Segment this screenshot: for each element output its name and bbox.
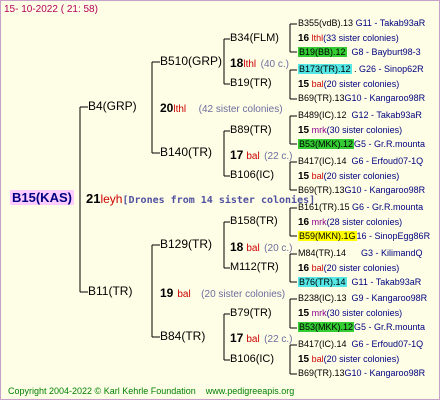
gen2-queen-3[interactable]: B84(TR) bbox=[160, 330, 205, 343]
gen4-queen-0[interactable]: B355(vdB).13 G11 - Takab93aR bbox=[298, 17, 425, 30]
gen3-queen-7[interactable]: B106(IC) bbox=[230, 353, 274, 366]
gen3-queen-6[interactable]: B79(TR) bbox=[230, 307, 272, 320]
gen3-queen-4[interactable]: B158(TR) bbox=[230, 215, 278, 228]
gen4-mating-1: 15 bal(20 sister colonies) bbox=[298, 79, 400, 90]
root-mating: 21leyh[Drones from 14 sister colonies] bbox=[86, 192, 315, 207]
gen4-queen-8[interactable]: B161(TR).15 G6 - Gr.R.mounta bbox=[298, 201, 423, 214]
gen3-queen-0[interactable]: B34(FLM) bbox=[230, 32, 279, 45]
gen4-queen-10[interactable]: M84(TR).14 G3 - KilimandQ bbox=[298, 247, 423, 260]
gen4-mating-0: 16 lthl(33 sister colonies) bbox=[298, 33, 399, 44]
gen1-mating-1: 19 bal (20 sister colonies) bbox=[160, 286, 286, 301]
footer: Copyright 2004-2022 © Karl Kehrle Founda… bbox=[8, 386, 294, 396]
gen2-mating-3: 17 bal (22 c.) bbox=[230, 331, 293, 346]
gen4-queen-1[interactable]: B19(BB).12 G8 - Bayburt98-3 bbox=[298, 46, 421, 59]
root-queen-name: B15(KAS) bbox=[10, 190, 74, 205]
gen2-mating-1: 17 bal (22 c.) bbox=[230, 148, 293, 163]
gen3-queen-1[interactable]: B19(TR) bbox=[230, 77, 272, 90]
gen3-queen-5[interactable]: M112(TR) bbox=[230, 261, 279, 274]
gen4-queen-2[interactable]: B173(TR).12 . G26 - Sinop62R bbox=[298, 63, 424, 76]
gen1-mating-0: 20lthl (42 sister colonies) bbox=[160, 101, 283, 116]
root-origin: leyh bbox=[100, 192, 123, 206]
gen3-queen-3[interactable]: B106(IC) bbox=[230, 169, 274, 182]
gen4-queen-6[interactable]: B417(IC).14 G6 - Erfoud07-1Q bbox=[298, 155, 423, 168]
gen4-queen-11[interactable]: B76(TR).14 G11 - Takab93aR bbox=[298, 276, 421, 289]
gen4-queen-3[interactable]: B69(TR).13G10 - Kangaroo98R bbox=[298, 92, 425, 105]
gen4-queen-15[interactable]: B69(TR).13G10 - Kangaroo98R bbox=[298, 367, 425, 380]
gen4-queen-5[interactable]: B53(MKK).12G5 - Gr.R.mounta bbox=[298, 138, 425, 151]
gen4-mating-6: 15 mrk(30 sister colonies) bbox=[298, 308, 403, 319]
gen3-queen-2[interactable]: B89(TR) bbox=[230, 124, 272, 137]
gen4-queen-13[interactable]: B53(MKK).12G5 - Gr.R.mounta bbox=[298, 321, 425, 334]
root-note: [Drones from 14 sister colonies] bbox=[122, 195, 316, 206]
gen4-queen-12[interactable]: B238(IC).13 G9 - Kangaroo98R bbox=[298, 292, 427, 305]
gen4-mating-4: 16 mrk(28 sister colonies) bbox=[298, 217, 403, 228]
gen4-queen-4[interactable]: B489(IC).12 G12 - Takab93aR bbox=[298, 109, 422, 122]
gen4-mating-5: 16 bal(20 sister colonies) bbox=[298, 263, 400, 274]
gen4-mating-2: 15 mrk(30 sister colonies) bbox=[298, 125, 403, 136]
root-num: 21 bbox=[86, 191, 101, 206]
gen4-queen-7[interactable]: B69(TR).13G10 - Kangaroo98R bbox=[298, 184, 425, 197]
gen4-mating-3: 15 bal(20 sister colonies) bbox=[298, 171, 400, 182]
gen1-queen-1[interactable]: B11(TR) bbox=[88, 285, 132, 298]
gen2-queen-0[interactable]: B510(GRP) bbox=[160, 55, 222, 68]
gen2-mating-0: 18lthl (40 c.) bbox=[230, 56, 289, 71]
gen4-queen-14[interactable]: B417(IC).14 G6 - Erfoud07-1Q bbox=[298, 338, 423, 351]
site-link[interactable]: www.pedigreeapis.org bbox=[206, 386, 295, 396]
gen2-queen-1[interactable]: B140(TR) bbox=[160, 146, 212, 159]
copyright-text: Copyright 2004-2022 © Karl Kehrle Founda… bbox=[8, 386, 196, 396]
gen1-queen-0[interactable]: B4(GRP) bbox=[88, 100, 137, 113]
gen4-queen-9[interactable]: B59(MKN).1G16 - SinopEgg86R bbox=[298, 230, 430, 243]
gen2-queen-2[interactable]: B129(TR) bbox=[160, 238, 212, 251]
root-queen[interactable]: B15(KAS) bbox=[10, 190, 74, 205]
gen4-mating-7: 15 bal(20 sister colonies) bbox=[298, 354, 400, 365]
gen2-mating-2: 18 bal (20 c.) bbox=[230, 240, 293, 255]
